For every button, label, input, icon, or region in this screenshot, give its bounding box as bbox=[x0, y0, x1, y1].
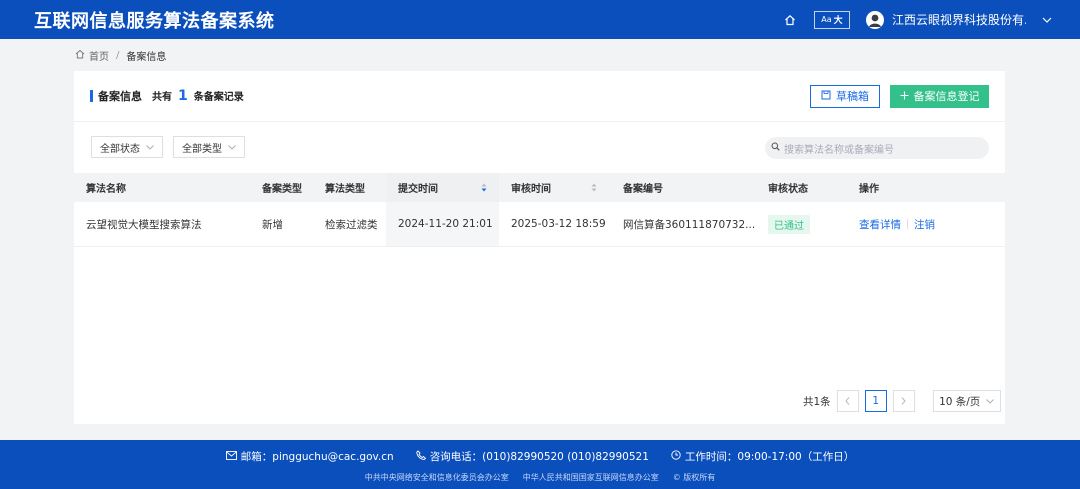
col-header-algo-type: 算法类型 bbox=[325, 184, 365, 195]
page-size-select[interactable]: 10 条/页 bbox=[932, 390, 1001, 412]
cell-algo-type: 检索过滤类 bbox=[325, 218, 378, 231]
col-header-review-time[interactable]: 审核时间 bbox=[499, 173, 611, 202]
home-icon[interactable] bbox=[782, 12, 798, 28]
header-actions: Aa 大 江西云眼视界科技股份有... bbox=[782, 10, 1052, 29]
cell-submit-time: 2024-11-20 21:01 bbox=[386, 202, 499, 246]
cell-record-no: 网信算备360111870732... bbox=[623, 218, 756, 231]
footer-phone-text: 咨询电话：(010)82990520 (010)82990521 bbox=[429, 451, 649, 463]
cell-actions: 查看详情 注销 bbox=[847, 202, 1005, 246]
review-time-header-label: 审核时间 bbox=[511, 184, 551, 195]
breadcrumb-current: 备案信息 bbox=[126, 52, 167, 63]
footer-contact-row: 邮箱：pingguchu@cac.gov.cn 咨询电话：(010)829905… bbox=[0, 449, 1080, 464]
total-count: 1 bbox=[178, 88, 188, 104]
footer-copyright-text: 版权所有 bbox=[683, 473, 716, 482]
footer-hours: 工作时间：09:00-17:00（工作日） bbox=[671, 449, 854, 464]
footer-phone: 咨询电话：(010)82990520 (010)82990521 bbox=[416, 449, 649, 464]
chevron-down-icon bbox=[228, 142, 236, 153]
table-header: 算法名称 备案类型 算法类型 提交时间 审核时间 备案编号 审核状态 操作 bbox=[74, 173, 1005, 202]
search-placeholder: 搜索算法名称或备案编号 bbox=[784, 144, 894, 156]
col-header-record-no: 备案编号 bbox=[623, 184, 663, 195]
col-header-name: 算法名称 bbox=[86, 184, 126, 195]
pagination-total: 共1条 bbox=[803, 395, 831, 408]
footer-email: 邮箱：pingguchu@cac.gov.cn bbox=[225, 449, 394, 464]
clock-icon bbox=[671, 450, 681, 463]
footer-org-2: 中华人民共和国国家互联网信息办公室 bbox=[522, 473, 659, 482]
chevron-down-icon bbox=[986, 395, 995, 407]
search-icon bbox=[771, 142, 780, 154]
col-header-status: 审核状态 bbox=[768, 184, 808, 195]
page-number-button[interactable]: 1 bbox=[864, 390, 887, 412]
cell-status: 已通过 bbox=[756, 202, 847, 246]
font-size-big-label: 大 bbox=[833, 16, 843, 26]
prev-page-button[interactable] bbox=[836, 390, 859, 412]
type-filter-value: 全部类型 bbox=[182, 143, 222, 155]
phone-icon bbox=[416, 450, 426, 463]
search-input[interactable]: 搜索算法名称或备案编号 bbox=[765, 137, 989, 159]
filter-bar: 全部状态 全部类型 bbox=[91, 136, 245, 158]
home-icon bbox=[75, 49, 85, 62]
cancel-record-link[interactable]: 注销 bbox=[914, 217, 935, 232]
user-menu[interactable]: 江西云眼视界科技股份有... bbox=[866, 10, 1052, 29]
total-suffix: 条备案记录 bbox=[193, 92, 244, 103]
records-table: 算法名称 备案类型 算法类型 提交时间 审核时间 备案编号 审核状态 操作 云望… bbox=[74, 173, 1005, 247]
breadcrumb-home-link[interactable]: 首页 bbox=[89, 48, 109, 63]
card-header: 备案信息 共有 1 条备案记录 草稿箱 备案信息登记 bbox=[74, 71, 1005, 122]
submit-time-header-label: 提交时间 bbox=[398, 184, 438, 195]
drafts-button[interactable]: 草稿箱 bbox=[810, 84, 880, 108]
col-header-record-type: 备案类型 bbox=[262, 184, 302, 195]
footer: 邮箱：pingguchu@cac.gov.cn 咨询电话：(010)829905… bbox=[0, 440, 1080, 489]
pagination: 共1条 1 10 条/页 bbox=[803, 390, 1001, 412]
view-details-link[interactable]: 查看详情 bbox=[859, 217, 901, 232]
top-header: 互联网信息服务算法备案系统 Aa 大 江西云眼视界科技股份有... bbox=[0, 0, 1080, 39]
mail-icon bbox=[225, 450, 237, 463]
col-header-actions: 操作 bbox=[859, 184, 879, 195]
breadcrumb-separator: / bbox=[116, 50, 120, 61]
avatar bbox=[866, 10, 884, 29]
copyright-icon: © bbox=[672, 473, 681, 482]
page-size-value: 10 条/页 bbox=[939, 395, 981, 408]
footer-hours-text: 工作时间：09:00-17:00（工作日） bbox=[684, 451, 855, 463]
user-name: 江西云眼视界科技股份有... bbox=[892, 13, 1026, 27]
register-record-button[interactable]: 备案信息登记 bbox=[890, 84, 989, 108]
register-label: 备案信息登记 bbox=[913, 90, 980, 103]
font-size-small-label: Aa bbox=[821, 15, 832, 24]
col-header-submit-time[interactable]: 提交时间 bbox=[386, 173, 499, 202]
status-filter-select[interactable]: 全部状态 bbox=[91, 136, 163, 158]
footer-org-1: 中共中央网络安全和信息化委员会办公室 bbox=[364, 473, 509, 482]
app-title: 互联网信息服务算法备案系统 bbox=[34, 10, 275, 32]
drafts-label: 草稿箱 bbox=[836, 90, 869, 103]
records-card: 备案信息 共有 1 条备案记录 草稿箱 备案信息登记 全部状态 全部类型 搜索算… bbox=[74, 71, 1005, 424]
next-page-button[interactable] bbox=[892, 390, 915, 412]
status-badge: 已通过 bbox=[768, 214, 810, 234]
footer-email-text: 邮箱：pingguchu@cac.gov.cn bbox=[240, 451, 394, 463]
type-filter-select[interactable]: 全部类型 bbox=[173, 136, 245, 158]
cell-review-time: 2025-03-12 18:59 bbox=[511, 218, 606, 230]
font-size-button[interactable]: Aa 大 bbox=[814, 10, 850, 29]
title-bar-mark bbox=[90, 90, 93, 102]
status-filter-value: 全部状态 bbox=[100, 143, 140, 155]
save-icon bbox=[821, 90, 831, 103]
plus-icon bbox=[900, 90, 909, 103]
sort-icon[interactable] bbox=[481, 183, 487, 192]
record-total: 共有 1 条备案记录 bbox=[152, 88, 244, 104]
table-row: 云望视觉大模型搜索算法 新增 检索过滤类 2024-11-20 21:01 20… bbox=[74, 202, 1005, 247]
card-title: 备案信息 bbox=[98, 90, 142, 103]
total-prefix: 共有 bbox=[152, 92, 172, 103]
cell-record-type: 新增 bbox=[262, 218, 283, 231]
chevron-down-icon[interactable] bbox=[1042, 17, 1052, 23]
breadcrumb: 首页 / 备案信息 bbox=[75, 48, 166, 63]
sort-icon[interactable] bbox=[591, 183, 597, 192]
cell-name: 云望视觉大模型搜索算法 bbox=[86, 218, 202, 231]
action-divider bbox=[907, 219, 908, 229]
footer-org-row: 中共中央网络安全和信息化委员会办公室 中华人民共和国国家互联网信息办公室 © 版… bbox=[0, 472, 1080, 483]
chevron-down-icon bbox=[146, 142, 154, 153]
footer-copyright: © 版权所有 bbox=[673, 472, 716, 483]
